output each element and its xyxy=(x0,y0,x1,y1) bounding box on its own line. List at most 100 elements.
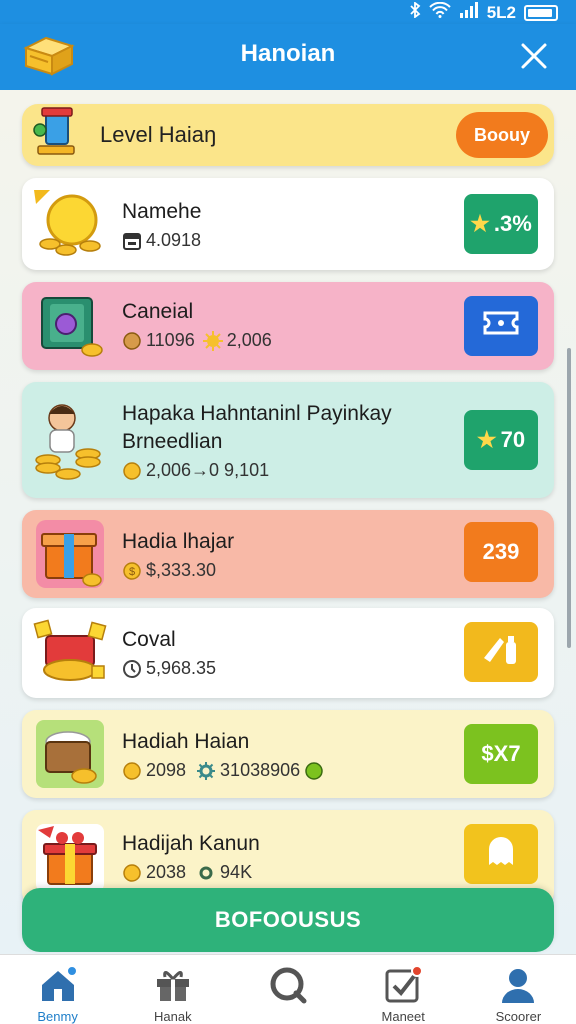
reward-meta: 2098 31038906 xyxy=(122,760,324,781)
checklist-icon xyxy=(383,965,424,1005)
gear-icon xyxy=(196,863,216,883)
reward-badge[interactable]: ★ 70 xyxy=(464,410,538,470)
reward-value: 2098 xyxy=(146,760,187,780)
status-icons: 5L2 xyxy=(409,1,558,23)
badge-value: $X7 xyxy=(481,741,521,766)
gold-coins-icon xyxy=(32,186,108,262)
nav-label: Hanak xyxy=(154,1009,192,1024)
reward-subtitle: Brneedlian xyxy=(122,430,223,453)
star-icon: ★ xyxy=(476,427,497,452)
reward-meta: 5,968.35 xyxy=(122,658,216,679)
app-header: Hanoian xyxy=(0,24,576,90)
bluetooth-icon xyxy=(409,1,421,23)
green-coin-icon xyxy=(304,761,324,781)
page-title: Hanoian xyxy=(240,40,336,67)
reward-badge[interactable] xyxy=(464,296,538,356)
dollar-coin-icon: $ xyxy=(122,561,142,581)
coin-icon xyxy=(122,461,142,481)
wifi-icon xyxy=(428,1,451,23)
close-icon xyxy=(521,43,547,69)
ghost-icon xyxy=(483,833,519,875)
coin-icon xyxy=(122,761,142,781)
svg-text:$: $ xyxy=(129,566,135,578)
reward-title: Hapaka Hahntaninl Payinkay xyxy=(122,402,392,425)
close-button[interactable] xyxy=(514,36,554,76)
treasure-pot-icon xyxy=(32,614,108,690)
gift-icon xyxy=(153,965,193,1005)
home-icon xyxy=(38,965,78,1005)
reward-meta: $ $,333.30 xyxy=(122,560,216,581)
level-bonus-button[interactable]: Boouy xyxy=(456,112,548,158)
battery-icon xyxy=(524,4,558,21)
reward-title: Namehe xyxy=(122,200,202,223)
character-coins-icon xyxy=(32,396,108,480)
notification-dot xyxy=(65,965,78,977)
red-gift-icon xyxy=(32,820,108,896)
clock-coin-icon xyxy=(122,659,142,679)
rewards-content[interactable]: Level Haiaŋ Boouy Namehe 4.0918 ★ .3% Ca… xyxy=(0,90,576,954)
reward-value-2: 94K xyxy=(220,862,253,882)
sun-coin-icon xyxy=(202,330,223,351)
battery-text: 5L2 xyxy=(486,2,516,22)
reward-badge[interactable] xyxy=(464,824,538,884)
reward-value: 2,006→0 9,101 xyxy=(146,460,270,480)
claim-bonus-button[interactable]: BOFOOUSUS xyxy=(22,888,554,952)
reward-card[interactable]: Hadia lhajar $ $,333.30 239 xyxy=(22,510,554,598)
nav-label: Maneet xyxy=(381,1009,425,1024)
nav-label: Benmy xyxy=(37,1009,78,1024)
coin-icon xyxy=(122,863,142,883)
gear-icon xyxy=(196,761,216,781)
signal-icon xyxy=(459,2,479,23)
reward-badge[interactable] xyxy=(464,622,538,682)
rice-sack-icon xyxy=(32,716,108,792)
star-icon: ★ xyxy=(470,211,490,236)
orange-gift-icon xyxy=(32,516,108,592)
badge-value: 70 xyxy=(500,427,526,452)
level-banner: Level Haiaŋ Boouy xyxy=(22,104,554,166)
reward-badge[interactable]: ★ .3% xyxy=(464,194,538,254)
reward-title: Hadia lhajar xyxy=(122,530,235,553)
coin-icon xyxy=(122,331,142,351)
trophy-icon xyxy=(32,106,82,158)
reward-value: 4.0918 xyxy=(146,230,202,250)
reward-badge[interactable]: $X7 xyxy=(464,724,538,784)
reward-title: Hadiah Haian xyxy=(122,730,250,753)
reward-card[interactable]: Coval 5,968.35 xyxy=(22,608,554,698)
nav-tasks[interactable]: Maneet xyxy=(346,955,461,1024)
bottom-nav: Benmy Hanak Maneet Scoorer xyxy=(0,954,576,1024)
nav-label: Scoorer xyxy=(495,1009,542,1024)
ticket-icon xyxy=(481,309,521,343)
reward-meta: 2,006→0 9,101 xyxy=(122,460,269,481)
scrollbar[interactable] xyxy=(567,348,571,648)
nav-profile[interactable]: Scoorer xyxy=(461,955,576,1024)
reward-card[interactable]: Hapaka Hahntaninl Payinkay Brneedlian 2,… xyxy=(22,382,554,498)
gift-box-icon xyxy=(32,288,108,364)
reward-value-2: 31038906 xyxy=(220,760,301,780)
reward-title: Coval xyxy=(122,628,176,651)
reward-value: 11096 xyxy=(146,330,195,350)
reward-meta: 2038 94K xyxy=(122,862,252,883)
nav-home[interactable]: Benmy xyxy=(0,955,115,1024)
reward-title: Hadijah Kanun xyxy=(122,832,260,855)
reward-card[interactable]: Caneial 11096 2,006 xyxy=(22,282,554,370)
badge-value: .3% xyxy=(493,211,532,236)
reward-value-2: 2,006 xyxy=(226,330,272,350)
reward-title: Caneial xyxy=(122,300,194,323)
nav-search[interactable] xyxy=(230,955,345,1024)
search-icon xyxy=(268,965,308,1005)
reward-meta: 11096 2,006 xyxy=(122,330,272,351)
user-icon xyxy=(498,965,538,1005)
calendar-icon xyxy=(122,231,142,251)
level-label: Level Haiaŋ xyxy=(100,122,217,147)
reward-badge[interactable]: 239 xyxy=(464,522,538,582)
reward-value: 5,968.35 xyxy=(146,658,217,678)
reward-card[interactable]: Namehe 4.0918 ★ .3% xyxy=(22,178,554,270)
badge-value: 239 xyxy=(482,539,520,564)
reward-value: 2038 xyxy=(146,862,187,882)
reward-meta: 4.0918 xyxy=(122,230,201,251)
tools-icon xyxy=(478,628,524,676)
reward-value: $,333.30 xyxy=(146,560,217,580)
status-bar: 5L2 xyxy=(0,0,576,24)
nav-gifts[interactable]: Hanak xyxy=(115,955,230,1024)
reward-card[interactable]: Hadiah Haian 2098 31038906 $X7 xyxy=(22,710,554,798)
